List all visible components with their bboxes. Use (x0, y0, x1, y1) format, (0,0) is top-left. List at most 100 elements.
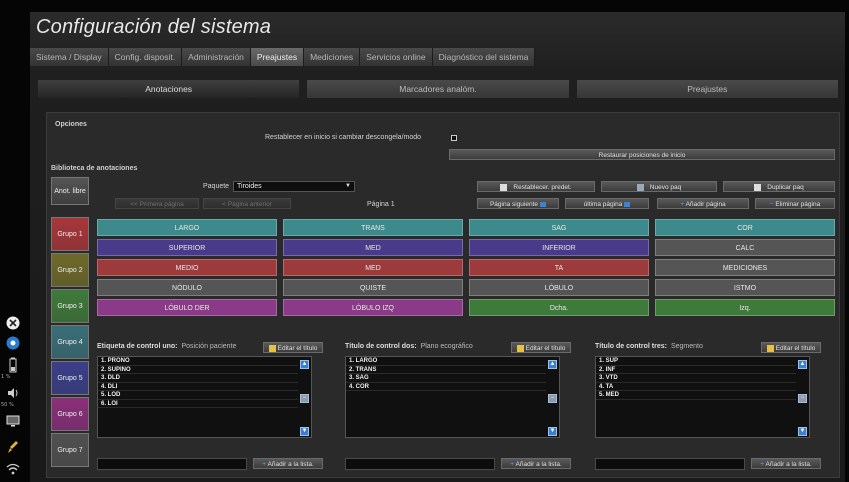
control-list-subtitle: Segmento (670, 343, 703, 350)
group-button-5[interactable]: Grupo 5 (51, 361, 89, 395)
edit-title-button[interactable]: Editar el título (263, 342, 323, 353)
list-item[interactable]: 2. SUPINO (98, 366, 298, 374)
annotation-button[interactable]: SAG (469, 219, 649, 236)
list-item[interactable]: 6. LOI (98, 400, 298, 408)
list-item[interactable]: 3. DLD (98, 374, 298, 383)
prev-page-button[interactable]: < Página anterior (203, 198, 291, 209)
tab-diagnostico[interactable]: Diagnóstico del sistema (432, 48, 536, 66)
volume-icon[interactable] (4, 384, 22, 402)
annotation-button[interactable]: Dcha. (469, 299, 649, 316)
delete-page-button[interactable]: − Eliminar página (755, 198, 835, 209)
subtab-marcadores[interactable]: Marcadores analóm. (307, 80, 569, 98)
wifi-icon[interactable] (4, 460, 22, 478)
add-item-input[interactable] (97, 458, 247, 470)
control-list-title: Etiqueta de control uno: Posición pacient… (97, 343, 236, 350)
free-annotation-button[interactable]: Anot. libre (51, 177, 89, 205)
annotation-button[interactable]: COR (655, 219, 835, 236)
annotation-button[interactable]: LÓBULO IZQ (283, 299, 463, 316)
last-page-button[interactable]: última página (565, 198, 649, 209)
list-item[interactable]: 3. SAG (346, 374, 546, 383)
control-list-title-text: Etiqueta de control uno: (97, 343, 178, 350)
add-to-list-button[interactable]: + Añadir a la lista. (253, 458, 323, 469)
remove-item-icon[interactable]: − (798, 394, 807, 403)
add-item-input[interactable] (345, 458, 495, 470)
group-button-7[interactable]: Grupo 7 (51, 433, 89, 467)
scroll-up-icon[interactable]: ▲ (548, 360, 557, 369)
list-item[interactable]: 1. LARGO (346, 357, 546, 366)
page-indicator: Página 1 (367, 201, 395, 208)
add-page-button[interactable]: + Añadir página (657, 198, 749, 209)
annotation-button[interactable]: LARGO (97, 219, 277, 236)
close-circle-icon[interactable] (4, 314, 22, 332)
annotation-button[interactable]: TA (469, 259, 649, 276)
list-item[interactable]: 4. COR (346, 383, 546, 391)
list-item[interactable]: 3. VTD (596, 374, 796, 383)
scroll-down-icon[interactable]: ▼ (798, 427, 807, 436)
annotation-button[interactable]: MEDIO (97, 259, 277, 276)
annotation-button[interactable]: CALC (655, 239, 835, 256)
tab-sistema-display[interactable]: Sistema / Display (30, 48, 109, 66)
control-listbox[interactable]: 1. SUP 2. INF 3. VTD 4. TA 5. MED ▲ − ▼ (595, 356, 810, 438)
edit-title-button[interactable]: Editar el título (761, 342, 821, 353)
package-select[interactable]: Tiroides ▼ (233, 181, 355, 192)
annotation-button[interactable]: MEDICIONES (655, 259, 835, 276)
tab-servicios-online[interactable]: Servicios online (360, 48, 433, 66)
remove-item-icon[interactable]: − (548, 394, 557, 403)
annotation-button[interactable]: LÓBULO DER (97, 299, 277, 316)
add-to-list-button[interactable]: + Añadir a la lista. (501, 458, 571, 469)
control-listbox[interactable]: 1. LARGO 2. TRANS 3. SAG 4. COR ▲ − ▼ (345, 356, 560, 438)
list-item[interactable]: 2. INF (596, 366, 796, 374)
trackball-icon[interactable] (4, 334, 22, 352)
list-item[interactable]: 1. PRONO (98, 357, 298, 366)
document-icon (500, 183, 508, 191)
control-list-subtitle: Plano ecográfico (420, 343, 473, 350)
group-button-6[interactable]: Grupo 6 (51, 397, 89, 431)
annotation-button[interactable]: MED (283, 239, 463, 256)
brush-icon[interactable] (4, 438, 22, 456)
list-item[interactable]: 5. MED (596, 391, 796, 400)
tab-config-disposit[interactable]: Config. disposit. (108, 48, 183, 66)
group-button-2[interactable]: Grupo 2 (51, 253, 89, 287)
subtab-preajustes[interactable]: Preajustes (576, 80, 838, 98)
restore-defaults-button[interactable]: Restablecer. predet. (477, 181, 595, 192)
remove-item-icon[interactable]: − (300, 394, 309, 403)
scroll-down-icon[interactable]: ▼ (300, 427, 309, 436)
edit-title-button[interactable]: Editar el título (511, 342, 571, 353)
tab-preajustes[interactable]: Preajustes (250, 48, 305, 66)
scroll-up-icon[interactable]: ▲ (300, 360, 309, 369)
annotation-button[interactable]: MED (283, 259, 463, 276)
scroll-up-icon[interactable]: ▲ (798, 360, 807, 369)
group-button-3[interactable]: Grupo 3 (51, 289, 89, 323)
scroll-down-icon[interactable]: ▼ (548, 427, 557, 436)
annotation-button[interactable]: SUPERIOR (97, 239, 277, 256)
control-listbox[interactable]: 1. PRONO 2. SUPINO 3. DLD 4. DLI 5. LOD 6. LO… (97, 356, 312, 438)
copy-icon (754, 183, 762, 191)
restore-positions-button[interactable]: Restaurar posiciones de inicio (449, 149, 835, 160)
tab-mediciones[interactable]: Mediciones (304, 48, 361, 66)
list-item[interactable]: 1. SUP (596, 357, 796, 366)
restore-on-unfreeze-checkbox[interactable] (451, 135, 457, 141)
tab-administracion[interactable]: Administración (182, 48, 251, 66)
duplicate-package-button[interactable]: Duplicar paq (723, 181, 835, 192)
annotation-button[interactable]: NÓDULO (97, 279, 277, 296)
annotation-button[interactable]: TRANS (283, 219, 463, 236)
new-package-button[interactable]: Nuevo paq (601, 181, 717, 192)
add-to-list-button[interactable]: + Añadir a la lista. (751, 458, 821, 469)
subtab-anotaciones[interactable]: Anotaciones (38, 80, 300, 98)
add-item-input[interactable] (595, 458, 745, 470)
next-page-button[interactable]: Página siguiente (477, 198, 559, 209)
list-item[interactable]: 4. DLI (98, 383, 298, 391)
annotation-button[interactable]: LÓBULO (469, 279, 649, 296)
list-item[interactable]: 4. TA (596, 383, 796, 391)
display-icon[interactable] (4, 412, 22, 430)
annotation-button[interactable]: INFERIOR (469, 239, 649, 256)
annotation-button[interactable]: Izq. (655, 299, 835, 316)
group-button-4[interactable]: Grupo 4 (51, 325, 89, 359)
control-list-subtitle: Posición paciente (181, 343, 237, 350)
list-item[interactable]: 2. TRANS (346, 366, 546, 374)
list-item[interactable]: 5. LOD (98, 391, 298, 400)
annotation-button[interactable]: ISTMO (655, 279, 835, 296)
group-button-1[interactable]: Grupo 1 (51, 217, 89, 251)
annotation-button[interactable]: QUISTE (283, 279, 463, 296)
first-page-button[interactable]: << Primera página (115, 198, 199, 209)
